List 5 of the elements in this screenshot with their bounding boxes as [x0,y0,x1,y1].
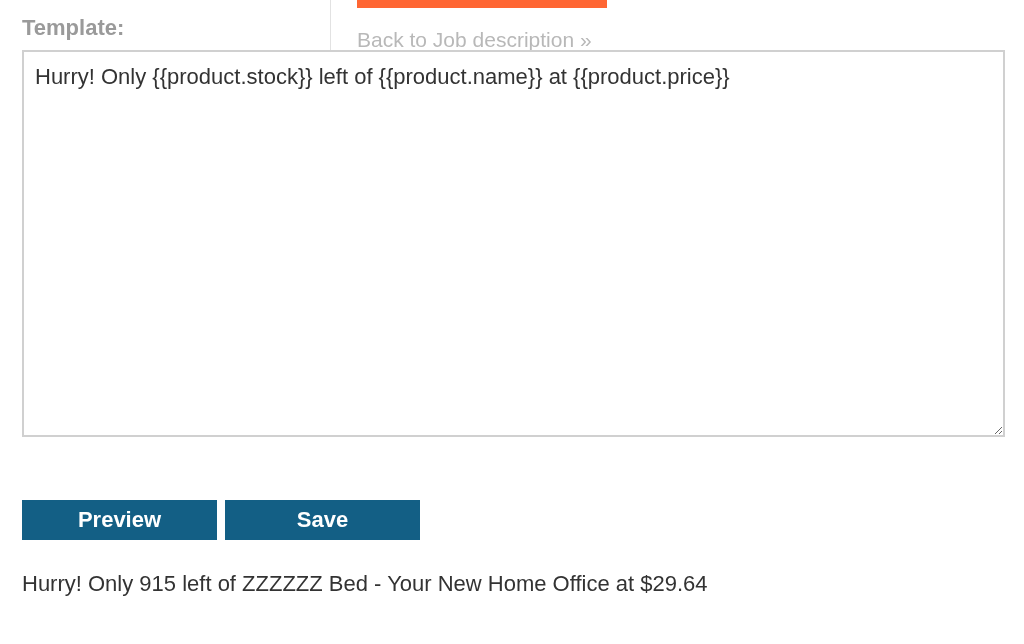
preview-button[interactable]: Preview [22,500,217,540]
save-button[interactable]: Save [225,500,420,540]
preview-output: Hurry! Only 915 left of ZZZZZZ Bed - Your New Home Office at $29.64 [22,571,709,598]
template-field[interactable]: Hurry! Only {{product.stock}} left of {{product.name}} at {{product.price}} [22,50,1005,437]
template-label: Template: [22,14,125,39]
